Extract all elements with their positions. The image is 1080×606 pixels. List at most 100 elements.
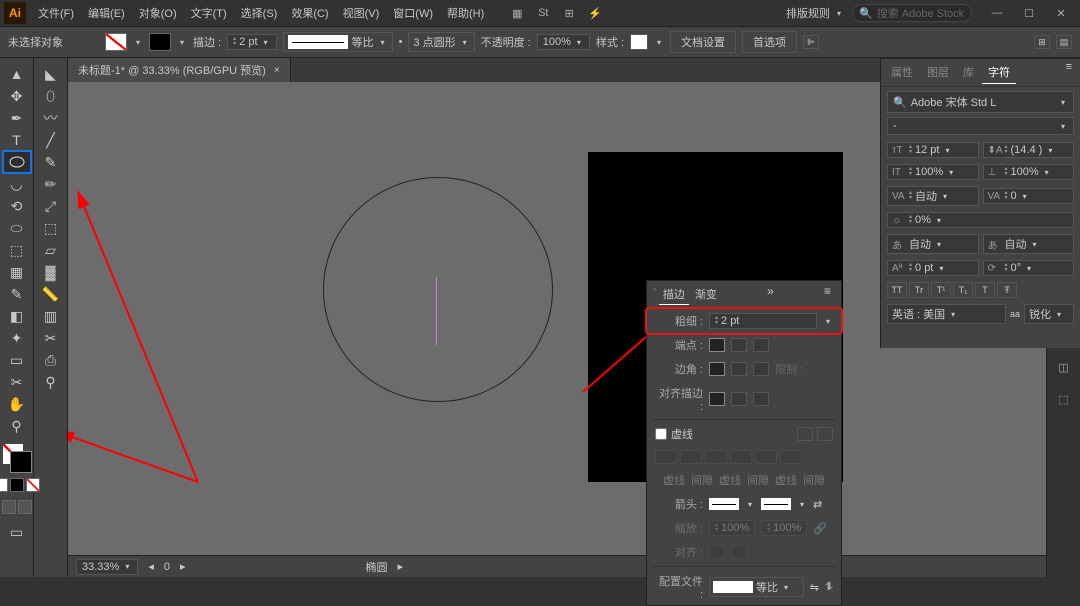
arrange-docs-icon[interactable]: ⊞ bbox=[560, 4, 578, 22]
close-button[interactable]: ✕ bbox=[1046, 3, 1076, 23]
corner-miter[interactable] bbox=[709, 362, 725, 376]
menu-object[interactable]: 对象(O) bbox=[133, 2, 183, 24]
tool-symbol[interactable]: ✦ bbox=[4, 328, 30, 348]
arrow-scale-start[interactable]: ▴▾100% bbox=[709, 520, 755, 536]
search-stock-input[interactable]: 🔍 搜索 Adobe Stock bbox=[852, 4, 972, 22]
vscale-field[interactable]: IT▴▾100%▾ bbox=[887, 164, 979, 180]
screen-mode[interactable]: ▭ bbox=[4, 522, 30, 542]
caps-sup[interactable]: T¹ bbox=[931, 282, 951, 298]
flip-v-icon[interactable]: ⥮ bbox=[825, 581, 833, 594]
tool-blend[interactable]: ◧ bbox=[4, 306, 30, 326]
align-options-icon[interactable]: ⊫ bbox=[803, 35, 819, 49]
panel-icon-2[interactable]: ▤ bbox=[1056, 35, 1072, 49]
align-inside[interactable] bbox=[731, 392, 747, 406]
maximize-button[interactable]: ☐ bbox=[1014, 3, 1044, 23]
tool-free[interactable]: ⬚ bbox=[38, 218, 64, 238]
gap-1[interactable] bbox=[680, 450, 702, 464]
tool-width[interactable]: ⬭ bbox=[4, 218, 30, 238]
dash-preserve-1[interactable] bbox=[797, 427, 813, 441]
cap-butt[interactable] bbox=[709, 338, 725, 352]
caps-u[interactable]: T bbox=[975, 282, 995, 298]
stock-icon[interactable]: St bbox=[534, 4, 552, 22]
tool-artboard[interactable]: ▭ bbox=[4, 350, 30, 370]
arrow-end[interactable] bbox=[761, 498, 791, 510]
swatch-gradient[interactable] bbox=[10, 478, 24, 492]
style-swatch[interactable] bbox=[630, 34, 648, 50]
tool-hand[interactable]: ✋ bbox=[4, 394, 30, 414]
draw-mode-1[interactable] bbox=[2, 500, 16, 514]
dash-1[interactable] bbox=[655, 450, 677, 464]
arrow-scale-end[interactable]: ▴▾100% bbox=[761, 520, 807, 536]
panel-collapse-icon[interactable]: » bbox=[763, 284, 778, 305]
arrow-start[interactable] bbox=[709, 498, 739, 510]
tool-direct-select[interactable]: ◣ bbox=[38, 64, 64, 84]
tool-gradient[interactable]: ▓ bbox=[38, 262, 64, 282]
stepper-icon[interactable]: ▴▾ bbox=[233, 37, 236, 47]
tab-layers[interactable]: 图层 bbox=[921, 61, 955, 84]
stroke-box[interactable] bbox=[11, 452, 31, 472]
align-center[interactable] bbox=[709, 392, 725, 406]
profile-select[interactable]: 等比▾ bbox=[709, 577, 804, 597]
document-setup-button[interactable]: 文档设置 bbox=[670, 31, 736, 53]
width-profile-select[interactable]: 等比▾ bbox=[283, 32, 393, 52]
gap-2[interactable] bbox=[730, 450, 752, 464]
tab-properties[interactable]: 属性 bbox=[885, 61, 919, 84]
flip-h-icon[interactable]: ⇋ bbox=[810, 581, 819, 594]
hscale-field[interactable]: ⊥▴▾100%▾ bbox=[983, 164, 1075, 180]
zoom-field[interactable]: 33.33%▾ bbox=[76, 559, 138, 575]
bridge-icon[interactable]: ▦ bbox=[508, 4, 526, 22]
tool-pen[interactable]: ✒ bbox=[4, 108, 30, 128]
gradient-tab[interactable]: 渐变 bbox=[691, 284, 721, 305]
dashed-checkbox[interactable] bbox=[655, 428, 667, 440]
menu-window[interactable]: 窗口(W) bbox=[387, 2, 439, 24]
panel-menu-icon[interactable]: ≡ bbox=[1062, 61, 1076, 84]
fill-stroke-control[interactable] bbox=[3, 444, 31, 472]
tool-rotate[interactable]: ⟲ bbox=[4, 196, 30, 216]
transform-panel-icon[interactable]: ◫ bbox=[1053, 356, 1075, 378]
kerning-field[interactable]: VA▴▾自动▾ bbox=[887, 186, 979, 206]
menu-view[interactable]: 视图(V) bbox=[337, 2, 386, 24]
corner-round[interactable] bbox=[731, 362, 747, 376]
tool-wand[interactable]: ✥ bbox=[4, 86, 30, 106]
align-outside[interactable] bbox=[753, 392, 769, 406]
menu-file[interactable]: 文件(F) bbox=[32, 2, 80, 24]
tool-column[interactable]: ▥ bbox=[38, 306, 64, 326]
doc-tab[interactable]: 未标题-1* @ 33.33% (RGB/GPU 预览) × bbox=[68, 58, 291, 82]
menu-help[interactable]: 帮助(H) bbox=[441, 2, 490, 24]
corner-bevel[interactable] bbox=[753, 362, 769, 376]
arrow-align-1[interactable] bbox=[709, 545, 725, 559]
stroke-swatch[interactable] bbox=[149, 33, 171, 51]
brush-profile-select[interactable]: 3 点圆形▾ bbox=[408, 32, 474, 52]
tool-lasso[interactable]: ⬯ bbox=[38, 86, 64, 106]
tracking-field[interactable]: VA▴▾0▾ bbox=[983, 188, 1075, 204]
tool-measure[interactable]: 📏 bbox=[38, 284, 64, 304]
draw-mode-2[interactable] bbox=[18, 500, 32, 514]
dash-2[interactable] bbox=[705, 450, 727, 464]
tool-arc[interactable]: ◡ bbox=[4, 174, 30, 194]
lang-select[interactable]: 英语 : 美国▾ bbox=[887, 304, 1006, 324]
tool-line[interactable]: ╱ bbox=[38, 130, 64, 150]
tool-shapebuilder[interactable]: ⬚ bbox=[4, 240, 30, 260]
opacity-field[interactable]: 100%▾ bbox=[537, 34, 590, 50]
arrow-align-2[interactable] bbox=[731, 545, 747, 559]
menu-edit[interactable]: 编辑(E) bbox=[82, 2, 131, 24]
panel-menu-icon[interactable]: ≡ bbox=[820, 284, 835, 305]
tool-eyedrop[interactable]: ✎ bbox=[4, 284, 30, 304]
tool-select[interactable]: ▲ bbox=[4, 64, 30, 84]
fill-swatch[interactable] bbox=[105, 33, 127, 51]
tab-libraries[interactable]: 库 bbox=[957, 61, 980, 84]
menu-type[interactable]: 文字(T) bbox=[185, 2, 233, 24]
cap-square[interactable] bbox=[753, 338, 769, 352]
tool-slice2[interactable]: ✂ bbox=[38, 328, 64, 348]
swap-arrows-icon[interactable]: ⇄ bbox=[813, 498, 822, 511]
extra2-field[interactable]: あ自动▾ bbox=[887, 234, 979, 254]
antialias-select[interactable]: 锐化▾ bbox=[1024, 304, 1074, 324]
caps-tr[interactable]: Tr bbox=[909, 282, 929, 298]
extra3-field[interactable]: あ自动▾ bbox=[983, 234, 1075, 254]
pathfinder-panel-icon[interactable]: ⬚ bbox=[1053, 388, 1075, 410]
stroke-weight-input[interactable]: ▴▾ 2 pt bbox=[709, 313, 817, 329]
menu-effect[interactable]: 效果(C) bbox=[285, 2, 334, 24]
drawn-ellipse[interactable] bbox=[323, 177, 553, 402]
stroke-weight-field[interactable]: ▴▾ 2 pt ▾ bbox=[227, 34, 276, 50]
swatch-none[interactable] bbox=[26, 478, 40, 492]
